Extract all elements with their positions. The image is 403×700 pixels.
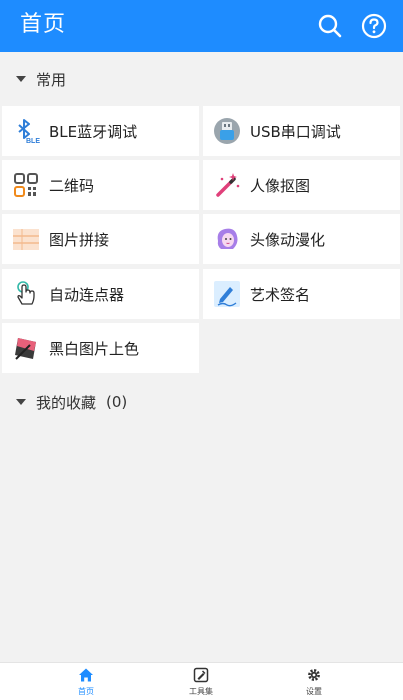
favorites-section-title: 我的收藏 (36, 393, 97, 412)
help-button[interactable] (360, 12, 388, 40)
anime-avatar-icon (213, 225, 241, 253)
colorize-icon (12, 334, 40, 362)
signature-pen-icon (213, 280, 241, 308)
favorites-section-toggle[interactable]: 我的收藏 (0) (16, 391, 127, 413)
caret-down-icon (16, 399, 26, 405)
caret-down-icon (16, 76, 26, 82)
nav-label: 工具集 (189, 687, 213, 696)
nav-home[interactable]: 首页 (51, 667, 121, 699)
common-section-toggle[interactable]: 常用 (16, 68, 66, 90)
qrcode-icon (12, 171, 40, 199)
tool-ble-debug[interactable]: BLE BLE蓝牙调试 (2, 106, 199, 156)
home-icon (79, 668, 93, 682)
nav-toolbox[interactable]: 工具集 (166, 667, 236, 699)
magic-wand-icon (213, 171, 241, 199)
nav-label: 首页 (78, 687, 94, 696)
tap-hand-icon (12, 280, 40, 308)
tool-portrait-cutout[interactable]: 人像抠图 (203, 160, 400, 210)
image-stitch-icon (12, 225, 40, 253)
search-icon (318, 14, 342, 38)
app-bar: 首页 (0, 0, 403, 52)
bottom-navigation: 首页 工具集 设置 (0, 662, 403, 700)
tool-image-stitch[interactable]: 图片拼接 (2, 214, 199, 264)
tool-usb-serial[interactable]: USB串口调试 (203, 106, 400, 156)
tool-qrcode[interactable]: 二维码 (2, 160, 199, 210)
tool-colorize[interactable]: 黑白图片上色 (2, 323, 199, 373)
page-title: 首页 (20, 12, 67, 37)
common-section-title: 常用 (36, 70, 67, 89)
gear-icon (308, 669, 320, 681)
bluetooth-icon: BLE (12, 117, 40, 145)
tool-label: 自动连点器 (49, 285, 125, 304)
tool-art-signature[interactable]: 艺术签名 (203, 269, 400, 319)
search-button[interactable] (316, 12, 344, 40)
tool-label: USB串口调试 (250, 122, 341, 141)
tool-label: 头像动漫化 (250, 230, 326, 249)
tool-label: 艺术签名 (250, 285, 311, 304)
nav-settings[interactable]: 设置 (279, 667, 349, 699)
svg-text:BLE: BLE (26, 138, 40, 145)
tool-label: 二维码 (49, 176, 95, 195)
usb-icon (213, 117, 241, 145)
help-circle-icon (361, 13, 387, 39)
nav-label: 设置 (306, 687, 322, 696)
favorites-count: (0) (106, 393, 128, 411)
tool-auto-clicker[interactable]: 自动连点器 (2, 269, 199, 319)
tool-label: 黑白图片上色 (49, 339, 140, 358)
tool-label: BLE蓝牙调试 (49, 122, 138, 141)
tool-label: 图片拼接 (49, 230, 110, 249)
app-root: 首页 常用 BLE BLE蓝牙调试 USB串口调试 二维码 人像抠图 图片拼接 … (0, 0, 403, 700)
tool-anime-avatar[interactable]: 头像动漫化 (203, 214, 400, 264)
toolbox-icon (193, 667, 209, 683)
tool-label: 人像抠图 (250, 176, 311, 195)
